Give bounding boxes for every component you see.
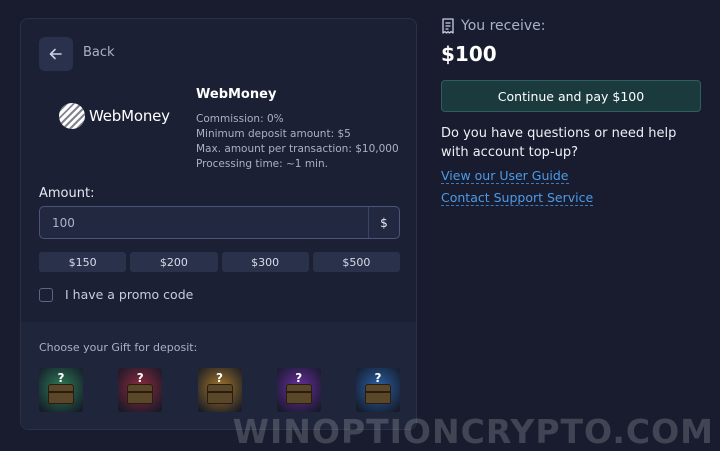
gift-title: Choose your Gift for deposit: [39, 341, 198, 354]
receive-label: You receive: [461, 18, 546, 34]
amount-field: $ [39, 206, 400, 239]
question-mark: ? [374, 371, 382, 385]
support-link[interactable]: Contact Support Service [441, 190, 594, 206]
continue-pay-button[interactable]: Continue and pay $100 [441, 80, 701, 112]
gift-row: ????? [39, 368, 400, 412]
receipt-icon [442, 18, 454, 34]
currency-label: $ [368, 207, 399, 238]
deposit-panel: Back WebMoney WebMoney Commission: 0% Mi… [20, 18, 417, 430]
max-amount-text: Max. amount per transaction: $10,000 [196, 143, 399, 155]
gift-gold[interactable]: ? [197, 368, 242, 412]
treasure-chest-icon [365, 384, 391, 404]
question-mark: ? [136, 371, 144, 385]
quick-amount-row: $150 $200 $300 $500 [39, 252, 400, 272]
quick-amount-button[interactable]: $150 [39, 252, 127, 272]
receive-amount: $100 [441, 42, 497, 66]
quick-amount-button[interactable]: $500 [312, 252, 400, 272]
gift-green[interactable]: ? [39, 368, 83, 412]
question-mark: ? [216, 371, 223, 385]
promo-label: I have a promo code [65, 287, 194, 302]
min-deposit-text: Minimum deposit amount: $5 [196, 128, 351, 140]
treasure-chest-icon [206, 384, 233, 404]
quick-amount-button[interactable]: $200 [130, 252, 218, 272]
amount-input[interactable] [40, 206, 368, 239]
gift-red[interactable]: ? [118, 368, 163, 412]
payment-method-info: Commission: 0% Minimum deposit amount: $… [196, 112, 399, 172]
back-label[interactable]: Back [83, 45, 115, 60]
promo-checkbox[interactable] [39, 287, 53, 302]
help-text: Do you have questions or need help with … [441, 126, 677, 160]
treasure-chest-icon [127, 384, 154, 404]
payment-method-name: WebMoney [196, 87, 277, 102]
gift-purple[interactable]: ? [276, 368, 321, 412]
question-mark: ? [295, 371, 303, 385]
commission-text: Commission: 0% [196, 113, 284, 125]
promo-code-toggle[interactable]: I have a promo code [39, 287, 193, 302]
amount-label: Amount: [39, 186, 95, 201]
gift-blue[interactable]: ? [356, 368, 400, 412]
webmoney-globe-icon [59, 103, 85, 129]
watermark: WINOPTIONCRYPTO.COM [232, 412, 714, 451]
receive-row: You receive: [441, 18, 701, 34]
summary-column: You receive: $100 Continue and pay $100 … [441, 18, 701, 206]
back-button[interactable] [39, 37, 73, 71]
question-mark: ? [57, 371, 65, 385]
logo-text: WebMoney [89, 107, 170, 125]
webmoney-logo: WebMoney [59, 103, 170, 129]
processing-time-text: Processing time: ~1 min. [196, 158, 328, 170]
treasure-chest-icon [48, 384, 74, 404]
quick-amount-button[interactable]: $300 [221, 252, 309, 272]
arrow-left-icon [49, 48, 62, 60]
user-guide-link[interactable]: View our User Guide [441, 168, 569, 184]
treasure-chest-icon [285, 384, 312, 404]
